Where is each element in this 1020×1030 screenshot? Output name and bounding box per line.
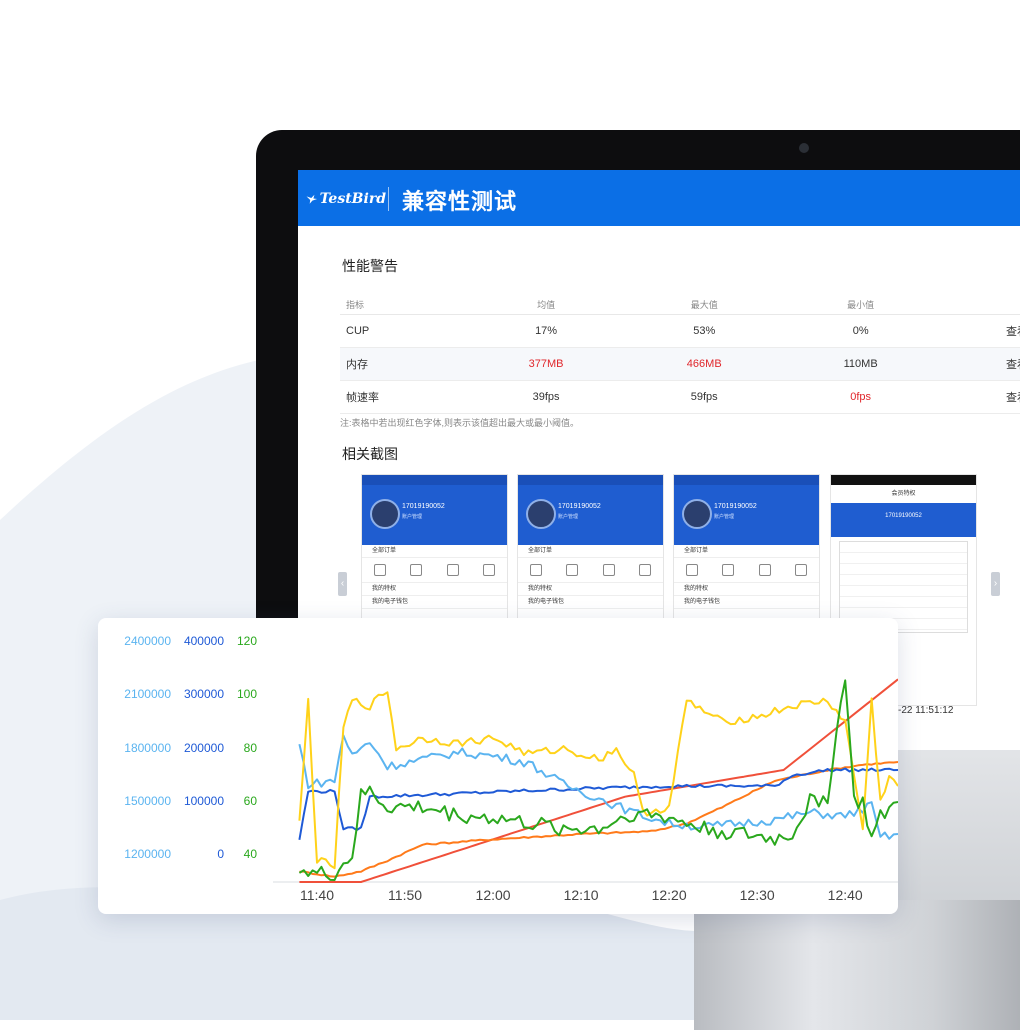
account-label: 账户管理 — [714, 514, 735, 520]
profile-banner: 17019190052 账户管理 — [362, 485, 507, 545]
orders-row: 全部订单 — [362, 545, 507, 558]
col-header-min: 最小值 — [783, 294, 938, 315]
wallet-row: 我的电子钱包 — [518, 596, 663, 609]
metric-max: 59fps — [625, 380, 784, 414]
metric-min: 0% — [783, 314, 938, 348]
table-row: 帧速率 39fps 59fps 0fps 查看详 — [340, 380, 1020, 414]
carousel-prev-button[interactable]: ‹ — [338, 572, 347, 596]
privilege-row: 我的特权 — [362, 583, 507, 596]
testbird-logo[interactable]: TestBird — [306, 184, 386, 214]
screenshot-timestamp: -22 11:51:12 — [898, 705, 954, 716]
logo-text: TestBird — [319, 191, 386, 207]
screenshot-thumbnail[interactable]: 17019190052 账户管理 全部订单 我的特权 我的电子钱包 — [361, 474, 508, 626]
order-icons — [674, 558, 819, 583]
performance-table: 指标 均值 最大值 最小值 CUP 17% 53% 0% 查看详 内存 377M… — [340, 294, 1020, 414]
series-line — [298, 691, 898, 870]
col-header-max: 最大值 — [625, 294, 784, 315]
privilege-row: 我的特权 — [518, 583, 663, 596]
status-bar — [362, 475, 507, 485]
x-axis-tick: 12:20 — [652, 887, 687, 903]
x-axis-tick: 12:40 — [828, 887, 863, 903]
metric-name: 帧速率 — [340, 380, 467, 414]
x-axis-tick: 12:00 — [476, 887, 511, 903]
col-header-metric: 指标 — [340, 294, 467, 315]
metric-avg: 377MB — [467, 347, 626, 381]
table-header-row: 指标 均值 最大值 最小值 — [340, 294, 1020, 315]
order-icons — [518, 558, 663, 583]
app-header: TestBird 兼容性测试 — [298, 170, 1020, 226]
status-bar — [518, 475, 663, 485]
series-line — [298, 679, 898, 881]
wallet-row: 我的电子钱包 — [674, 596, 819, 609]
member-title: 会员特权 — [831, 485, 976, 503]
orders-row: 全部订单 — [674, 545, 819, 558]
table-note: 注:表格中若出现红色字体,则表示该值超出最大或最小阈值。 — [340, 418, 580, 428]
metric-name: CUP — [340, 314, 467, 348]
account-label: 账户管理 — [558, 514, 579, 520]
phone-number: 17019190052 — [714, 503, 757, 510]
col-header-avg: 均值 — [467, 294, 626, 315]
wallet-row: 我的电子钱包 — [362, 596, 507, 609]
series-line — [299, 761, 898, 878]
member-phone: 17019190052 — [885, 513, 922, 519]
privilege-row: 我的特权 — [674, 583, 819, 596]
line-chart: 11:40 11:50 12:00 12:10 12:20 12:30 12:40 — [273, 678, 898, 903]
metric-avg: 17% — [467, 314, 626, 348]
monitor-chin — [880, 745, 1020, 905]
metric-max: 53% — [625, 314, 784, 348]
table-row: 内存 377MB 466MB 110MB 查看详 — [340, 347, 1020, 381]
performance-chart-card: 2400000 2100000 1800000 1500000 1200000 40000… — [98, 618, 898, 914]
profile-banner: 17019190052 账户管理 — [518, 485, 663, 545]
account-label: 账户管理 — [402, 514, 423, 520]
view-details-link[interactable]: 查看详 — [938, 380, 1020, 414]
view-details-link[interactable]: 查看详 — [938, 347, 1020, 381]
orders-row: 全部订单 — [518, 545, 663, 558]
carousel-next-button[interactable]: › — [991, 572, 1000, 596]
metric-min: 110MB — [783, 347, 938, 381]
avatar — [370, 499, 400, 529]
status-bar — [674, 475, 819, 485]
avatar — [682, 499, 712, 529]
profile-banner: 17019190052 账户管理 — [674, 485, 819, 545]
member-banner: 17019190052 — [831, 503, 976, 537]
status-bar — [831, 475, 976, 485]
screenshots-title: 相关截图 — [342, 446, 398, 462]
x-axis-tick: 12:10 — [564, 887, 599, 903]
metric-max: 466MB — [625, 347, 784, 381]
camera-dot — [799, 143, 809, 153]
view-details-link[interactable]: 查看详 — [938, 314, 1020, 348]
x-axis-tick: 12:30 — [740, 887, 775, 903]
table-row: CUP 17% 53% 0% 查看详 — [340, 314, 1020, 348]
phone-number: 17019190052 — [402, 503, 445, 510]
metric-name: 内存 — [340, 347, 467, 381]
page-title: 兼容性测试 — [402, 189, 518, 214]
screenshot-thumbnail[interactable]: 17019190052 账户管理 全部订单 我的特权 我的电子钱包 — [673, 474, 820, 626]
header-divider — [388, 187, 389, 211]
metric-avg: 39fps — [467, 380, 626, 414]
series-line — [299, 678, 898, 883]
avatar — [526, 499, 556, 529]
metric-min: 0fps — [783, 380, 938, 414]
performance-title: 性能警告 — [342, 258, 398, 274]
x-axis-tick: 11:50 — [388, 887, 422, 903]
phone-number: 17019190052 — [558, 503, 601, 510]
order-icons — [362, 558, 507, 583]
screenshot-thumbnail[interactable]: 17019190052 账户管理 全部订单 我的特权 我的电子钱包 — [517, 474, 664, 626]
x-axis-tick: 11:40 — [300, 887, 334, 903]
bird-icon — [306, 194, 318, 204]
col-header-action — [938, 294, 1020, 315]
monitor-stand — [694, 900, 1020, 1030]
